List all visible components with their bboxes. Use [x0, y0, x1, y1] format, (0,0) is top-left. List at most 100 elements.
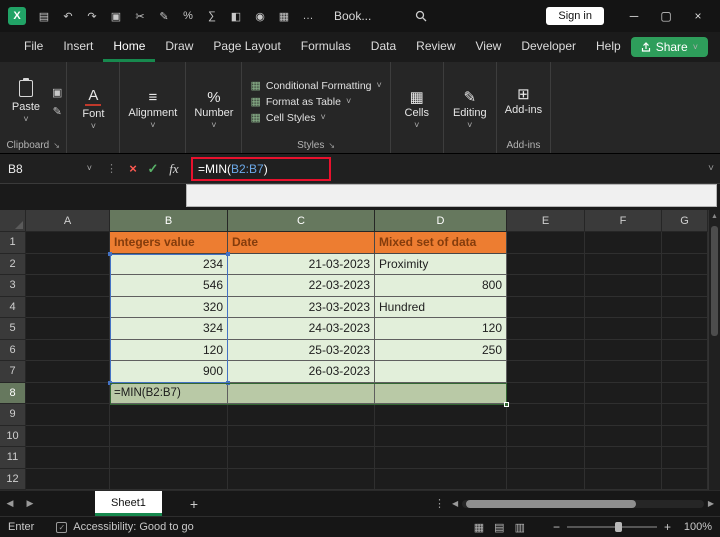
cell-A6[interactable] — [26, 339, 110, 361]
cell-D4[interactable]: Hundred — [375, 296, 507, 318]
row-header-2[interactable]: 2 — [0, 253, 26, 275]
formula-enter-button[interactable]: ✓ — [143, 161, 163, 177]
percent-style-icon[interactable]: % — [176, 10, 200, 22]
excel-logo-icon[interactable]: X — [8, 7, 26, 25]
cell-F5[interactable] — [585, 318, 662, 340]
sheet-tab-sheet1[interactable]: Sheet1 — [95, 491, 162, 516]
column-header-d[interactable]: D — [375, 210, 507, 232]
cell-F1[interactable] — [585, 232, 662, 254]
cell-A4[interactable] — [26, 296, 110, 318]
formula-bar-expanded-area[interactable] — [186, 184, 717, 207]
cell-C5[interactable]: 24-03-2023 — [228, 318, 375, 340]
ribbon-tab-data[interactable]: Data — [361, 32, 406, 62]
cell-B12[interactable] — [110, 468, 228, 490]
cell-B4[interactable]: 320 — [110, 296, 228, 318]
cell-B11[interactable] — [110, 447, 228, 469]
accessibility-status[interactable]: Accessibility: Good to go — [73, 521, 193, 533]
add-sheet-button[interactable]: + — [190, 496, 198, 512]
cell-B5[interactable]: 324 — [110, 318, 228, 340]
copy-icon[interactable]: ▣ — [104, 10, 128, 23]
cell-E2[interactable] — [507, 253, 585, 275]
ribbon-tab-insert[interactable]: Insert — [53, 32, 103, 62]
cell-C11[interactable] — [228, 447, 375, 469]
horizontal-scrollbar-track[interactable] — [462, 499, 704, 508]
cell-A8[interactable] — [26, 382, 110, 404]
cell-G5[interactable] — [662, 318, 708, 340]
cell-F9[interactable] — [585, 404, 662, 426]
format-painter-icon[interactable]: ✎ — [152, 10, 176, 23]
cell-E10[interactable] — [507, 425, 585, 447]
ribbon-tab-draw[interactable]: Draw — [155, 32, 203, 62]
cell-G2[interactable] — [662, 253, 708, 275]
cell-D9[interactable] — [375, 404, 507, 426]
editing-button[interactable]: ✎ Editing ˅ — [448, 88, 492, 132]
addins-button[interactable]: ⊞ Add-ins — [501, 85, 546, 118]
cell-C6[interactable]: 25-03-2023 — [228, 339, 375, 361]
normal-view-icon[interactable]: ▦ — [474, 521, 484, 534]
cells-button[interactable]: ▦ Cells ˅ — [395, 88, 439, 132]
format-painter-icon[interactable]: ✎ — [53, 105, 62, 118]
copy-icon[interactable]: ▣ — [52, 86, 62, 99]
cell-E9[interactable] — [507, 404, 585, 426]
cell-D6[interactable]: 250 — [375, 339, 507, 361]
page-layout-view-icon[interactable]: ▤ — [494, 521, 504, 534]
cell-G4[interactable] — [662, 296, 708, 318]
cell-styles-button[interactable]: ▦ Cell Styles ˅ — [250, 111, 381, 125]
ribbon-tab-page-layout[interactable]: Page Layout — [203, 32, 290, 62]
column-header-c[interactable]: C — [228, 210, 375, 232]
cell-C1[interactable]: Date — [228, 232, 375, 254]
cell-F8[interactable] — [585, 382, 662, 404]
formula-bar-expand-icon[interactable]: ˅ — [708, 163, 714, 174]
cell-G10[interactable] — [662, 425, 708, 447]
cell-C7[interactable]: 26-03-2023 — [228, 361, 375, 383]
cell-D1[interactable]: Mixed set of data — [375, 232, 507, 254]
column-header-b[interactable]: B — [110, 210, 228, 232]
cell-A3[interactable] — [26, 275, 110, 297]
cell-E4[interactable] — [507, 296, 585, 318]
cell-F7[interactable] — [585, 361, 662, 383]
tabbar-overflow-icon[interactable]: ⋮ — [434, 497, 445, 510]
row-header-6[interactable]: 6 — [0, 339, 26, 361]
cell-G8[interactable] — [662, 382, 708, 404]
zoom-in-button[interactable]: + — [664, 520, 671, 534]
row-header-9[interactable]: 9 — [0, 404, 26, 426]
format-as-table-button[interactable]: ▦ Format as Table ˅ — [250, 95, 381, 109]
sheet-nav-right-icon[interactable]: ▶ — [20, 498, 40, 509]
cell-C3[interactable]: 22-03-2023 — [228, 275, 375, 297]
zoom-level[interactable]: 100% — [678, 521, 712, 533]
row-header-11[interactable]: 11 — [0, 447, 26, 469]
column-header-a[interactable]: A — [26, 210, 110, 232]
cell-C12[interactable] — [228, 468, 375, 490]
cell-C10[interactable] — [228, 425, 375, 447]
cell-E1[interactable] — [507, 232, 585, 254]
cell-D3[interactable]: 800 — [375, 275, 507, 297]
cell-A5[interactable] — [26, 318, 110, 340]
cell-E5[interactable] — [507, 318, 585, 340]
more-commands-icon[interactable]: … — [296, 10, 320, 22]
font-button[interactable]: A Font ˅ — [71, 86, 115, 133]
ribbon-tab-formulas[interactable]: Formulas — [291, 32, 361, 62]
cell-F11[interactable] — [585, 447, 662, 469]
cell-D8[interactable] — [375, 382, 507, 404]
vertical-scrollbar-thumb[interactable] — [711, 226, 718, 336]
undo-icon[interactable]: ↶ — [56, 10, 80, 23]
cell-G9[interactable] — [662, 404, 708, 426]
horizontal-scrollbar-thumb[interactable] — [466, 499, 637, 508]
cell-E3[interactable] — [507, 275, 585, 297]
paste-button[interactable]: Paste ˅ — [4, 77, 48, 126]
ribbon-tab-help[interactable]: Help — [586, 32, 631, 62]
row-header-1[interactable]: 1 — [0, 232, 26, 254]
table-icon[interactable]: ▦ — [272, 10, 296, 23]
cell-A2[interactable] — [26, 253, 110, 275]
name-box[interactable]: B8 ˅ — [0, 162, 100, 176]
cell-E11[interactable] — [507, 447, 585, 469]
cell-B8[interactable]: =MIN(B2:B7) — [110, 382, 228, 404]
alignment-button[interactable]: ≡ Alignment ˅ — [124, 88, 181, 132]
conditional-formatting-button[interactable]: ▦ Conditional Formatting ˅ — [250, 79, 381, 93]
cell-G7[interactable] — [662, 361, 708, 383]
column-header-g[interactable]: G — [662, 210, 708, 232]
save-icon[interactable]: ▤ — [32, 10, 56, 23]
scroll-right-icon[interactable]: ▶ — [708, 499, 714, 508]
cell-G6[interactable] — [662, 339, 708, 361]
row-header-5[interactable]: 5 — [0, 318, 26, 340]
